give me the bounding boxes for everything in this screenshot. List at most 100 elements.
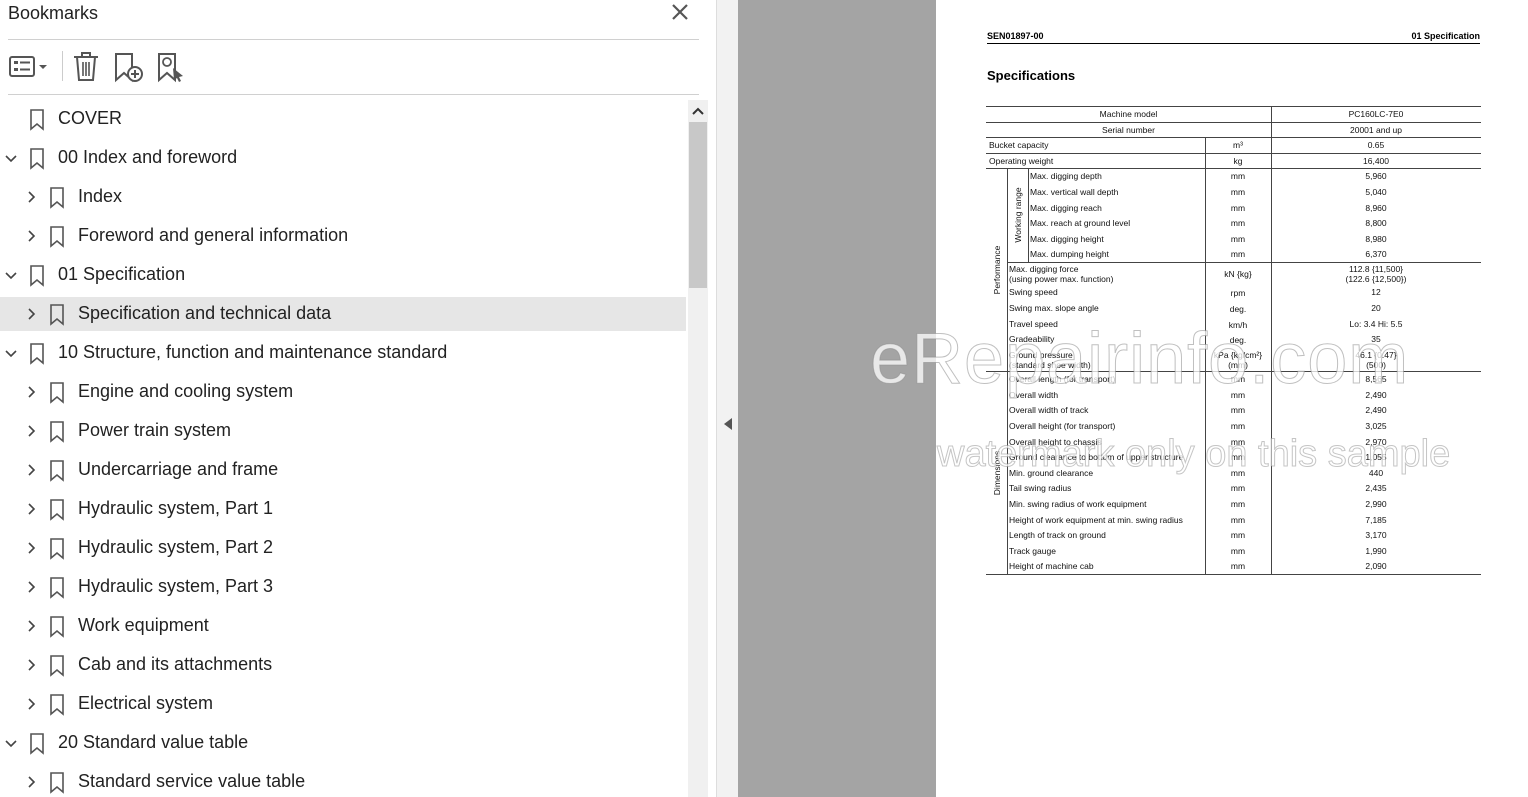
chevron-down-icon[interactable]	[3, 267, 19, 283]
find-current-bookmark-button[interactable]	[155, 48, 189, 84]
spec-value: 7,185	[1365, 514, 1387, 525]
table-rule	[986, 137, 1481, 139]
bookmark-icon	[30, 109, 44, 131]
spec-unit: mm	[1230, 499, 1246, 509]
spec-value: 8,960	[1365, 202, 1387, 213]
chevron-right-icon[interactable]	[23, 423, 39, 439]
chevron-right-icon[interactable]	[23, 462, 39, 478]
bookmark-item[interactable]: Cab and its attachments	[0, 648, 686, 682]
chevron-right-icon[interactable]	[23, 618, 39, 634]
spec-unit: mm	[1230, 514, 1246, 525]
delete-bookmark-button[interactable]	[70, 48, 102, 84]
spec-unit: mm	[1230, 405, 1246, 416]
chevron-right-icon[interactable]	[23, 189, 39, 205]
table-rule	[986, 121, 1481, 123]
spec-label: Overall height (for transport)	[1009, 421, 1116, 431]
spec-value: 2,435	[1365, 483, 1387, 494]
spec-value: 2,990	[1365, 499, 1387, 509]
table-rule	[1028, 168, 1029, 262]
bookmark-item[interactable]: Foreword and general information	[0, 219, 686, 253]
bookmark-label: Standard service value table	[78, 771, 306, 791]
spec-unit: mm	[1230, 530, 1246, 541]
spec-value: (122.6 {12,500})	[1345, 274, 1407, 284]
divider	[8, 94, 699, 95]
table-rule	[1205, 137, 1206, 169]
bookmark-icon	[50, 577, 64, 599]
chevron-right-icon[interactable]	[23, 540, 39, 556]
panel-splitter[interactable]	[716, 0, 739, 797]
bookmark-label: Work equipment	[78, 615, 209, 635]
bookmark-item[interactable]: Hydraulic system, Part 2	[0, 531, 686, 565]
chevron-down-icon[interactable]	[3, 150, 19, 166]
document-section: 01 Specification	[1411, 31, 1480, 41]
scrollbar-thumb[interactable]	[689, 122, 707, 288]
bookmark-label: Hydraulic system, Part 3	[78, 576, 274, 596]
bookmark-item[interactable]: Hydraulic system, Part 1	[0, 492, 686, 526]
close-panel-button[interactable]	[668, 0, 692, 24]
bookmark-item[interactable]: Work equipment	[0, 609, 686, 643]
table-rule	[986, 106, 1481, 107]
bookmark-item[interactable]: Undercarriage and frame	[0, 453, 686, 487]
table-rule	[1007, 262, 1481, 263]
scroll-up-icon[interactable]	[690, 104, 706, 118]
spec-label: Swing max. slope angle	[1009, 303, 1099, 313]
chevron-right-icon[interactable]	[23, 579, 39, 595]
bookmark-item[interactable]: 20 Standard value table	[0, 726, 686, 760]
spec-unit: mm	[1230, 545, 1246, 556]
bookmark-icon	[50, 226, 64, 248]
bookmark-item[interactable]: Hydraulic system, Part 3	[0, 570, 686, 604]
bookmark-icon	[50, 655, 64, 677]
spec-value: 3,025	[1365, 421, 1387, 431]
bookmark-item[interactable]: Power train system	[0, 414, 686, 448]
chevron-down-icon[interactable]	[3, 735, 19, 751]
bookmark-item[interactable]: COVER	[0, 102, 686, 136]
chevron-right-icon[interactable]	[23, 228, 39, 244]
spec-value: 112.8 {11,500}	[1348, 264, 1404, 274]
options-menu-icon	[9, 56, 47, 77]
spec-value: 6,370	[1365, 249, 1387, 260]
document-code: SEN01897-00	[987, 31, 1044, 41]
spec-value: 5,960	[1365, 171, 1387, 182]
bookmark-item[interactable]: Index	[0, 180, 686, 214]
spec-label: Min. swing radius of work equipment	[1009, 499, 1147, 509]
bookmark-icon	[30, 148, 44, 170]
chevron-right-icon[interactable]	[23, 384, 39, 400]
panel-title: Bookmarks	[8, 3, 99, 23]
bookmark-item[interactable]: 01 Specification	[0, 258, 686, 292]
bookmark-item[interactable]: Engine and cooling system	[0, 375, 686, 409]
spec-label: Bucket capacity	[989, 140, 1049, 151]
scrollbar[interactable]	[688, 100, 708, 797]
spec-value: 8,980	[1365, 233, 1387, 244]
bookmark-item[interactable]: 00 Index and foreword	[0, 141, 686, 175]
bookmark-item[interactable]: 10 Structure, function and maintenance s…	[0, 336, 686, 370]
bookmark-icon	[50, 304, 64, 326]
chevron-down-icon[interactable]	[3, 345, 19, 361]
options-menu-button[interactable]	[8, 48, 52, 84]
spec-label: Height of work equipment at min. swing r…	[1009, 514, 1183, 525]
collapse-panel-icon[interactable]	[723, 417, 733, 431]
spec-unit: kN {kg}	[1224, 269, 1252, 279]
bookmark-label: COVER	[58, 108, 123, 128]
table-rule	[986, 152, 1481, 154]
add-bookmark-button[interactable]	[112, 48, 146, 84]
bookmark-item[interactable]: Specification and technical data	[0, 297, 686, 331]
spec-unit: mm	[1230, 421, 1246, 431]
chevron-right-icon[interactable]	[23, 774, 39, 790]
spec-unit: mm	[1230, 218, 1246, 229]
chevron-right-icon[interactable]	[23, 657, 39, 673]
bookmark-icon	[50, 187, 64, 209]
spec-value: 2,490	[1365, 405, 1387, 416]
spec-unit: mm	[1230, 233, 1246, 244]
bookmark-icon	[30, 733, 44, 755]
bookmark-item[interactable]: Electrical system	[0, 687, 686, 721]
bookmark-item[interactable]: Standard service value table	[0, 765, 686, 797]
bookmarks-panel: Bookmarks COVER 00 Index and foreword In…	[0, 0, 716, 797]
spec-label: Tail swing radius	[1009, 483, 1072, 494]
chevron-right-icon[interactable]	[23, 501, 39, 517]
spec-label: Max. reach at ground level	[1030, 218, 1131, 229]
bookmark-icon	[30, 265, 44, 287]
chevron-right-icon[interactable]	[23, 306, 39, 322]
bookmark-icon	[50, 772, 64, 794]
chevron-right-icon[interactable]	[23, 696, 39, 712]
spec-unit: rpm	[1230, 288, 1246, 299]
